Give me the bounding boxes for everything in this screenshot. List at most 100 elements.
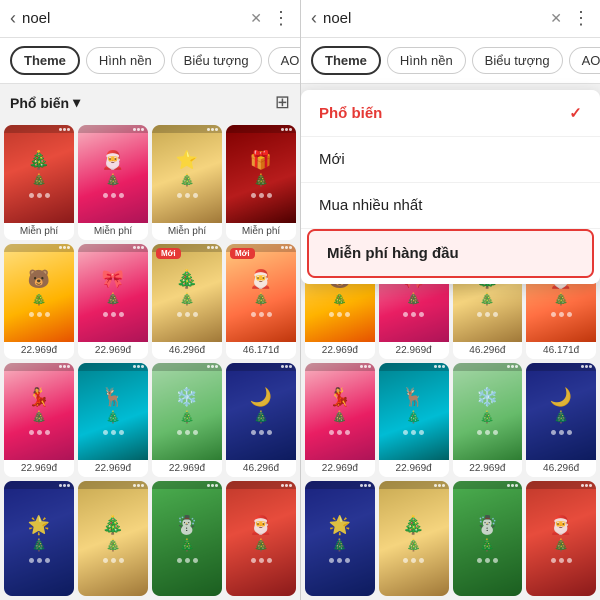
screen-decoration: 🌙 🎄 (526, 363, 596, 461)
item-card[interactable]: ☃️ 🎄 (453, 481, 523, 596)
item-price: 22.969đ (305, 342, 375, 359)
item-card[interactable]: ⭐ 🎄 Miễn phí (152, 125, 222, 240)
clear-icon[interactable]: ✕ (250, 10, 262, 27)
screen-decoration: ☃️ 🎄 (152, 481, 222, 596)
dropdown-item-popular[interactable]: Phổ biến✓ (301, 90, 600, 137)
item-card[interactable]: 🎅 🎄 Miễn phí (78, 125, 148, 240)
theme-icon: 🌙 (550, 387, 572, 408)
phone-art: 💃 🎄 (305, 363, 375, 461)
item-card[interactable]: ❄️ 🎄 22.969đ (453, 363, 523, 478)
tab-aod[interactable]: AODs (268, 47, 300, 74)
phone-art: 🌟 🎄 (4, 481, 74, 596)
item-card[interactable]: 🌙 🎄 46.296đ (226, 363, 296, 478)
item-card[interactable]: Mới 🎄 🎄 46.296đ (152, 244, 222, 359)
item-thumbnail: 🎁 🎄 (226, 125, 296, 223)
item-card[interactable]: 🎅 🎄 (526, 481, 596, 596)
item-price: 22.969đ (379, 342, 449, 359)
item-card[interactable]: 🌟 🎄 (4, 481, 74, 596)
theme-sub-icon: 🎄 (106, 173, 121, 187)
deco-dots (103, 193, 124, 198)
tab-theme[interactable]: Theme (10, 46, 80, 75)
theme-icon: 💃 (28, 387, 50, 408)
item-card[interactable]: 🌟 🎄 (305, 481, 375, 596)
dropdown-item-free-top[interactable]: Miễn phí hàng đầu (307, 229, 594, 278)
theme-icon: ⭐ (176, 150, 198, 171)
dropdown-item-bestseller[interactable]: Mua nhiều nhất (301, 183, 600, 229)
more-icon[interactable]: ⋮ (272, 8, 290, 29)
back-icon[interactable]: ‹ (10, 8, 16, 29)
theme-icon: 🎅 (102, 150, 124, 171)
theme-sub-icon: 🎄 (32, 173, 47, 187)
tab-aod[interactable]: AODs (569, 47, 600, 74)
deco-dots (177, 430, 198, 435)
item-card[interactable]: 🎅 🎄 (226, 481, 296, 596)
item-thumbnail: 💃 🎄 (4, 363, 74, 461)
item-card[interactable]: 🎀 🎄 22.969đ (78, 244, 148, 359)
grid-icon[interactable]: ⊞ (275, 92, 290, 113)
search-input-wrap[interactable] (22, 10, 240, 27)
tab-wallpaper[interactable]: Hình nền (86, 47, 165, 74)
sort-arrow-icon: ▾ (73, 94, 80, 111)
deco-dots (29, 558, 50, 563)
theme-sub-icon: 🎄 (106, 538, 121, 552)
back-icon[interactable]: ‹ (311, 8, 317, 29)
item-price: 46.296đ (526, 460, 596, 477)
screen-decoration: 🌟 🎄 (305, 481, 375, 596)
deco-dots (477, 558, 498, 563)
deco-dots (29, 430, 50, 435)
item-thumbnail: ⭐ 🎄 (152, 125, 222, 223)
deco-dots (251, 312, 272, 317)
theme-sub-icon: 🎄 (106, 292, 121, 306)
item-card[interactable]: 🦌 🎄 22.969đ (379, 363, 449, 478)
phone-art: ❄️ 🎄 (453, 363, 523, 461)
item-thumbnail: 🌙 🎄 (226, 363, 296, 461)
item-price: Miễn phí (152, 223, 222, 240)
item-card[interactable]: 💃 🎄 22.969đ (4, 363, 74, 478)
theme-icon: ❄️ (476, 387, 498, 408)
item-card[interactable]: 🎄 🎄 Miễn phí (4, 125, 74, 240)
item-price: 46.296đ (226, 460, 296, 477)
phone-art: ❄️ 🎄 (152, 363, 222, 461)
item-card[interactable]: Mới 🎅 🎄 46.171đ (226, 244, 296, 359)
screen-decoration: 🎀 🎄 (78, 244, 148, 342)
item-thumbnail: 🎅 🎄 (226, 481, 296, 596)
search-input[interactable] (323, 10, 540, 27)
item-price: 46.171đ (226, 342, 296, 359)
phone-art: 🎄 🎄 (78, 481, 148, 596)
deco-dots (103, 558, 124, 563)
deco-dots (29, 312, 50, 317)
item-card[interactable]: 🐻 🎄 22.969đ (4, 244, 74, 359)
search-input[interactable] (22, 10, 240, 27)
screen-decoration: 🐻 🎄 (4, 244, 74, 342)
item-thumbnail: 🌟 🎄 (305, 481, 375, 596)
deco-dots (177, 193, 198, 198)
sort-label[interactable]: Phổ biến ▾ (10, 94, 80, 111)
item-thumbnail: 🌙 🎄 (526, 363, 596, 461)
item-card[interactable]: 🦌 🎄 22.969đ (78, 363, 148, 478)
more-icon[interactable]: ⋮ (572, 8, 590, 29)
screen-decoration: 🎄 🎄 (4, 125, 74, 223)
item-card[interactable]: 🎁 🎄 Miễn phí (226, 125, 296, 240)
theme-icon: 🌟 (28, 515, 50, 536)
theme-icon: 🦌 (402, 387, 424, 408)
tab-icon[interactable]: Biểu tượng (472, 47, 563, 74)
search-input-wrap[interactable] (323, 10, 540, 27)
tab-icon[interactable]: Biểu tượng (171, 47, 262, 74)
phone-art: 🌙 🎄 (526, 363, 596, 461)
tab-wallpaper[interactable]: Hình nền (387, 47, 466, 74)
deco-dots (177, 558, 198, 563)
dropdown-item-new[interactable]: Mới (301, 137, 600, 183)
item-price: 46.296đ (152, 342, 222, 359)
item-card[interactable]: ❄️ 🎄 22.969đ (152, 363, 222, 478)
clear-icon[interactable]: ✕ (550, 10, 562, 27)
item-thumbnail: 🌟 🎄 (4, 481, 74, 596)
theme-sub-icon: 🎄 (406, 292, 421, 306)
tab-theme[interactable]: Theme (311, 46, 381, 75)
item-card[interactable]: 💃 🎄 22.969đ (305, 363, 375, 478)
item-card[interactable]: ☃️ 🎄 (152, 481, 222, 596)
item-thumbnail: 🎄 🎄 (4, 125, 74, 223)
theme-sub-icon: 🎄 (180, 410, 195, 424)
item-card[interactable]: 🎄 🎄 (379, 481, 449, 596)
item-card[interactable]: 🎄 🎄 (78, 481, 148, 596)
item-card[interactable]: 🌙 🎄 46.296đ (526, 363, 596, 478)
